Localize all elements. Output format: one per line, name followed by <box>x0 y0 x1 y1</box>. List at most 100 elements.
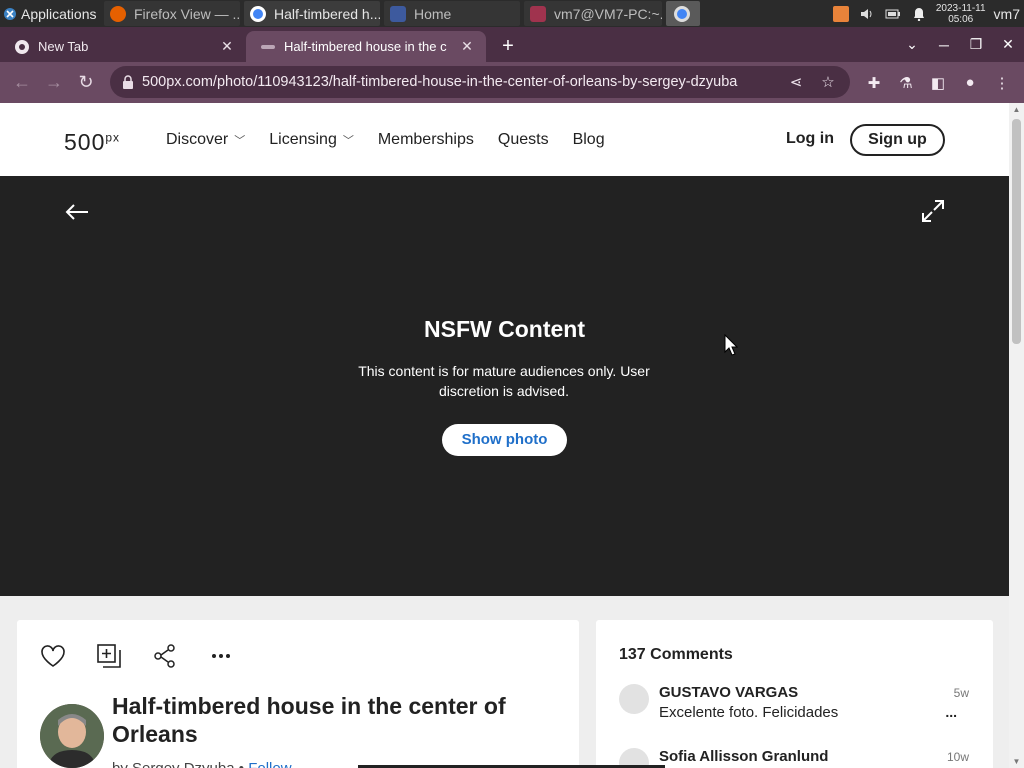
tab-search-icon[interactable]: ⌄ <box>896 36 928 53</box>
applications-menu[interactable]: Applications <box>0 0 104 27</box>
clock-date: 2023-11-11 <box>935 2 986 14</box>
page-scrollbar[interactable]: ▲ ▼ <box>1009 103 1024 768</box>
chrome-icon <box>15 39 29 54</box>
photo-info-card: Half-timbered house in the center of Orl… <box>17 620 579 768</box>
tab-title: Half-timbered house in the c <box>284 39 447 54</box>
back-icon[interactable]: ← <box>6 72 38 93</box>
nsfw-message: This content is for mature audiences onl… <box>358 363 650 399</box>
terminal-icon <box>530 5 546 22</box>
address-bar[interactable]: 500px.com/photo/110943123/half-timbered-… <box>110 66 850 98</box>
author-avatar[interactable] <box>40 704 104 768</box>
nsfw-title: NSFW Content <box>424 316 585 342</box>
fullscreen-expand-icon[interactable] <box>920 198 946 224</box>
nav-licensing[interactable]: Licensing ﹀ <box>269 131 354 149</box>
task-chrome-second[interactable] <box>666 1 700 26</box>
profile-icon[interactable]: ● <box>954 74 986 91</box>
tab-close-icon[interactable]: ✕ <box>458 38 476 55</box>
close-window-icon[interactable]: ✕ <box>992 36 1024 53</box>
user-name[interactable]: vm7 <box>994 6 1020 22</box>
lock-icon <box>123 75 133 89</box>
reload-icon[interactable]: ↻ <box>70 72 102 93</box>
applications-label: Applications <box>21 5 97 22</box>
site-logo[interactable]: 500px <box>64 129 120 156</box>
mouse-cursor-icon <box>724 334 738 356</box>
comments-card: 137 Comments GUSTAVO VARGAS Excelente fo… <box>596 620 993 768</box>
share-icon[interactable]: ⋖ <box>780 73 812 91</box>
follow-link[interactable]: Follow <box>248 760 291 768</box>
task-label: Half-timbered h... <box>274 5 380 22</box>
page-viewport: 500px Discover ﹀ Licensing ﹀ Memberships Q… <box>0 103 1009 768</box>
task-firefox-view[interactable]: Firefox View — ... <box>104 1 240 26</box>
more-options-icon[interactable] <box>207 642 235 670</box>
url-text: 500px.com/photo/110943123/half-timbered-… <box>142 74 738 90</box>
tab-close-icon[interactable]: ✕ <box>218 38 236 55</box>
task-label: Home <box>414 5 452 22</box>
scrollbar-thumb[interactable] <box>1012 119 1021 344</box>
logo-sup: px <box>105 130 121 145</box>
scroll-down-icon[interactable]: ▼ <box>1009 757 1024 766</box>
extensions-area: ✚ ⚗ ◧ ● ⋮ <box>858 62 1018 103</box>
scroll-up-icon[interactable]: ▲ <box>1009 105 1024 114</box>
author-name[interactable]: by Sergey Dzyuba <box>112 760 235 768</box>
commenter-name[interactable]: GUSTAVO VARGAS <box>659 684 798 701</box>
nav-quests[interactable]: Quests <box>498 131 549 149</box>
nav-blog[interactable]: Blog <box>573 131 605 149</box>
commenter-name[interactable]: Sofia Allisson Granlund <box>659 748 828 765</box>
nav-label: Blog <box>572 130 605 148</box>
signup-button[interactable]: Sign up <box>850 124 945 156</box>
applications-icon <box>4 7 16 20</box>
clock[interactable]: 2023-11-11 05:06 <box>936 3 986 25</box>
clock-time: 05:06 <box>948 13 974 25</box>
comment-time: 5w <box>953 686 969 700</box>
volume-icon[interactable] <box>859 6 875 22</box>
nav-label: Quests <box>497 130 549 148</box>
firefox-icon <box>110 5 126 22</box>
like-heart-icon[interactable] <box>39 642 67 670</box>
logo-text: 500 <box>64 129 106 155</box>
photo-actions <box>39 642 263 670</box>
tab-half-timbered[interactable]: Half-timbered house in the c ✕ <box>246 31 486 62</box>
task-terminal[interactable]: vm7@VM7-PC:~... <box>524 1 662 26</box>
nav-memberships[interactable]: Memberships <box>378 131 474 149</box>
nav-label: Discover <box>166 130 229 148</box>
task-label: vm7@VM7-PC:~... <box>554 5 662 22</box>
task-home[interactable]: Home <box>384 1 520 26</box>
tab-new-tab[interactable]: New Tab ✕ <box>0 31 246 62</box>
share-icon[interactable] <box>151 642 179 670</box>
browser-tabstrip: New Tab ✕ Half-timbered house in the c ✕… <box>0 27 1024 62</box>
commenter-avatar[interactable] <box>619 684 649 714</box>
comment-text: Excelente foto. Felicidades <box>659 704 839 721</box>
byline-separator: • <box>239 760 244 768</box>
nav-label: Memberships <box>377 130 474 148</box>
extensions-puzzle-icon[interactable]: ✚ <box>858 74 890 92</box>
new-tab-button[interactable]: + <box>494 31 522 62</box>
login-link[interactable]: Log in <box>786 130 834 148</box>
back-arrow-icon[interactable] <box>64 202 90 222</box>
task-chrome-half-timbered[interactable]: Half-timbered h... <box>244 1 380 26</box>
notification-bell-icon[interactable] <box>911 6 927 22</box>
os-taskbar: Applications Firefox View — ... Half-tim… <box>0 0 1024 27</box>
forward-icon[interactable]: → <box>38 72 70 93</box>
add-to-gallery-icon[interactable] <box>95 642 123 670</box>
restore-icon[interactable]: ❐ <box>960 36 992 53</box>
500px-favicon-icon <box>261 44 275 49</box>
comment-more-icon[interactable]: ... <box>945 704 957 720</box>
file-manager-icon <box>390 5 406 22</box>
window-controls: ⌄ ─ ❐ ✕ <box>896 27 1024 62</box>
side-panel-icon[interactable]: ◧ <box>922 74 954 92</box>
chevron-down-icon: ﹀ <box>234 134 246 147</box>
nav-label: Licensing <box>269 130 337 148</box>
chrome-icon <box>674 5 690 22</box>
main-nav: Discover ﹀ Licensing ﹀ Memberships Quests … <box>166 103 629 176</box>
comments-count: 137 Comments <box>619 646 733 663</box>
bookmark-star-icon[interactable]: ☆ <box>812 73 844 91</box>
nav-discover[interactable]: Discover ﹀ <box>166 131 245 149</box>
battery-icon[interactable] <box>885 6 901 22</box>
minimize-icon[interactable]: ─ <box>928 37 960 53</box>
labs-flask-icon[interactable]: ⚗ <box>890 74 922 92</box>
code-icon[interactable] <box>832 5 849 22</box>
show-photo-button[interactable]: Show photo <box>442 424 567 456</box>
byline: by Sergey Dzyuba • Follow <box>112 760 292 768</box>
system-tray: 2023-11-11 05:06 vm7 <box>828 0 1024 27</box>
menu-kebab-icon[interactable]: ⋮ <box>986 74 1018 92</box>
